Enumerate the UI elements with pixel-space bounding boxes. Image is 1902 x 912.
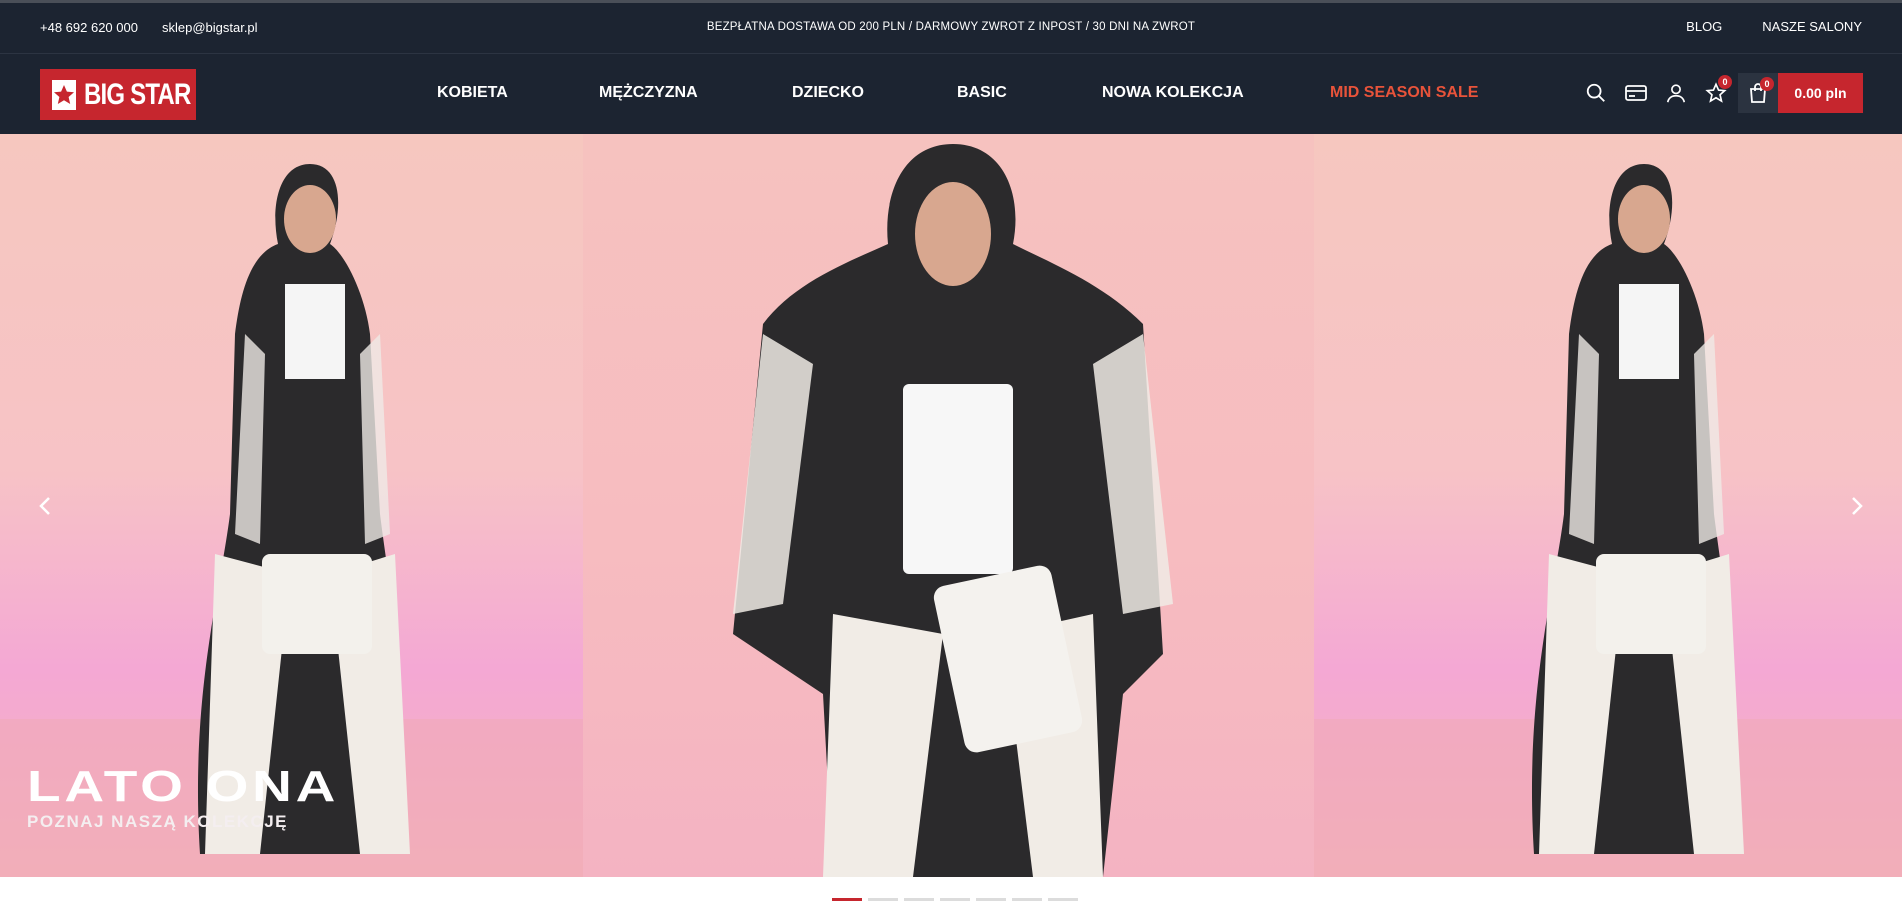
menu-item-mid-season-sale[interactable]: MID SEASON SALE bbox=[1330, 84, 1478, 102]
main-header: BIG STAR KOBIETA MĘŻCZYZNA DZIECKO BASIC… bbox=[0, 54, 1902, 134]
menu-item-dziecko[interactable]: DZIECKO bbox=[792, 84, 864, 102]
shipping-promo-text: BEZPŁATNA DOSTAWA OD 200 PLN / DARMOWY Z… bbox=[706, 21, 1196, 33]
stores-link[interactable]: NASZE SALONY bbox=[1762, 19, 1862, 34]
hero-title[interactable]: LATO ONA bbox=[27, 762, 339, 812]
cart-total-button[interactable]: 0.00 pln bbox=[1778, 73, 1863, 113]
cart: 0 0.00 pln bbox=[1738, 73, 1863, 113]
gift-card-icon[interactable] bbox=[1616, 71, 1656, 115]
search-icon[interactable] bbox=[1576, 71, 1616, 115]
chevron-left-icon[interactable] bbox=[30, 494, 60, 518]
slider-dot[interactable] bbox=[832, 898, 862, 901]
slider-dot[interactable] bbox=[940, 898, 970, 901]
menu-item-kobieta[interactable]: KOBIETA bbox=[437, 84, 508, 102]
header-icons: 0 0 0.00 pln bbox=[1576, 71, 1863, 115]
hero-image-center bbox=[583, 134, 1314, 877]
hero-slider[interactable]: LATO ONA POZNAJ NASZĄ KOLEKCJĘ bbox=[0, 134, 1902, 877]
chevron-right-icon[interactable] bbox=[1842, 494, 1872, 518]
wishlist-count-badge: 0 bbox=[1718, 75, 1732, 89]
slider-dot[interactable] bbox=[904, 898, 934, 901]
slider-dot[interactable] bbox=[1048, 898, 1078, 901]
top-info-bar: +48 692 620 000 sklep@bigstar.pl BEZPŁAT… bbox=[0, 0, 1902, 54]
wishlist-star-icon[interactable]: 0 bbox=[1696, 71, 1736, 115]
slider-dot[interactable] bbox=[976, 898, 1006, 901]
blog-link[interactable]: BLOG bbox=[1686, 19, 1722, 34]
slider-pagination bbox=[832, 898, 1078, 901]
hero-subtitle[interactable]: POZNAJ NASZĄ KOLEKCJĘ bbox=[27, 812, 288, 832]
hero-image-right bbox=[1314, 134, 1902, 877]
menu-item-nowa-kolekcja[interactable]: NOWA KOLEKCJA bbox=[1102, 84, 1244, 102]
menu-item-mezczyzna[interactable]: MĘŻCZYZNA bbox=[599, 84, 698, 102]
top-links: BLOG NASZE SALONY bbox=[1686, 19, 1862, 34]
cart-count-badge: 0 bbox=[1760, 77, 1774, 91]
slider-dot[interactable] bbox=[1012, 898, 1042, 901]
slider-dot[interactable] bbox=[868, 898, 898, 901]
user-icon[interactable] bbox=[1656, 71, 1696, 115]
shopping-bag-icon[interactable]: 0 bbox=[1738, 73, 1778, 113]
menu-item-basic[interactable]: BASIC bbox=[957, 84, 1007, 102]
